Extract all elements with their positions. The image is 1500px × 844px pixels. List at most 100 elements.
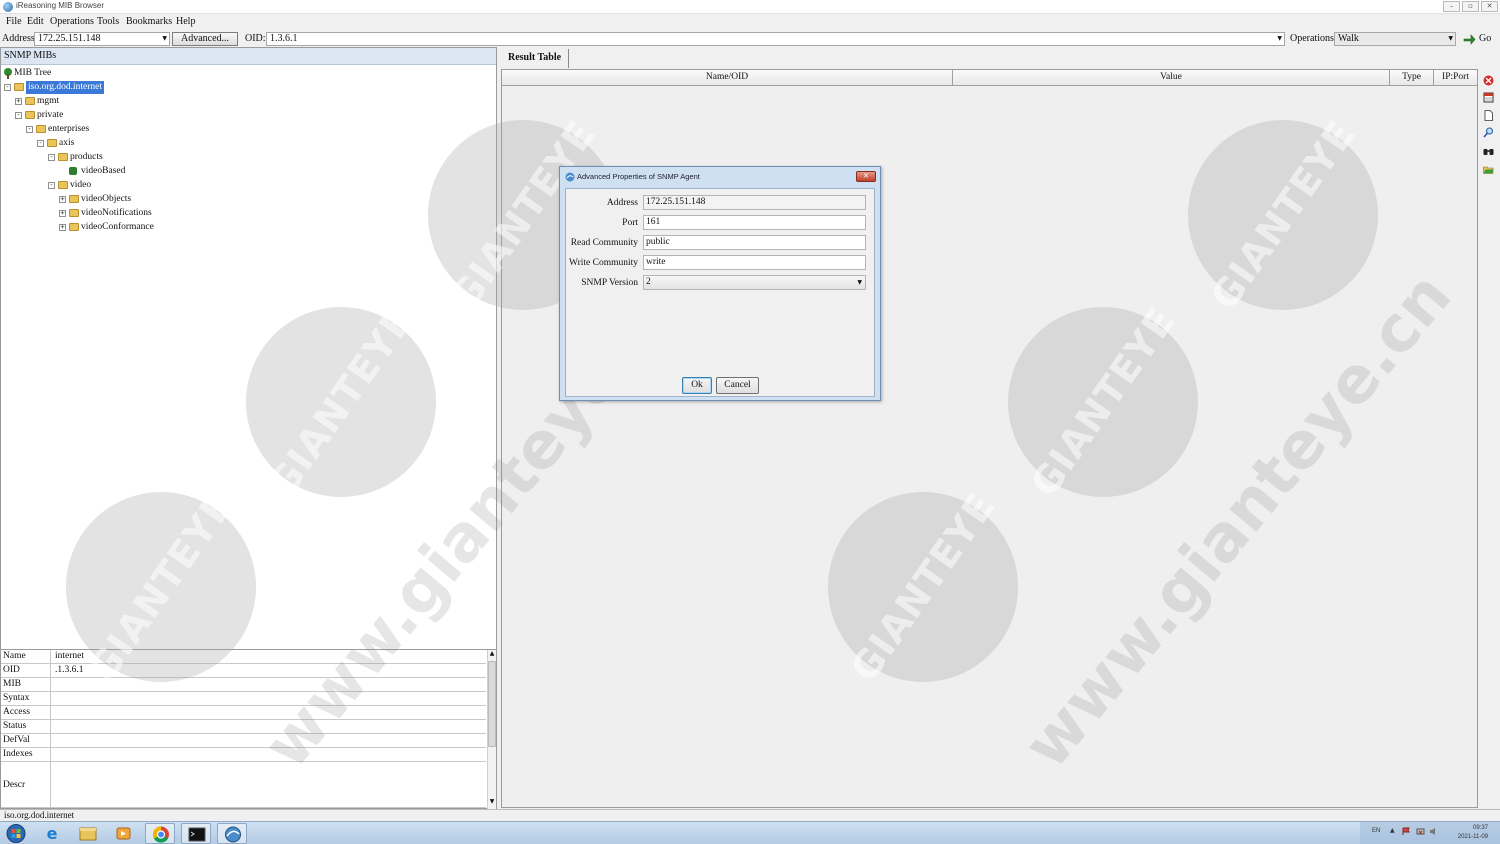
- tree-node[interactable]: - iso.org.dod.internet: [1, 81, 496, 94]
- folder-icon: [58, 181, 68, 189]
- menu-edit[interactable]: Edit: [27, 16, 44, 27]
- property-value: [53, 692, 55, 705]
- clock-time[interactable]: 09:37: [1473, 825, 1488, 831]
- tree-node[interactable]: - axis: [1, 137, 496, 150]
- menu-operations[interactable]: Operations: [50, 16, 94, 27]
- dialog-title-bar[interactable]: Advanced Properties of SNMP Agent ✕: [560, 167, 880, 187]
- expand-icon[interactable]: +: [59, 224, 66, 231]
- property-row[interactable]: Descr: [1, 762, 486, 808]
- status-bar: iso.org.dod.internet: [0, 809, 1500, 821]
- system-tray: EN ▲ 09:37 2021-11-09: [1360, 822, 1500, 844]
- dropdown-arrow-icon[interactable]: ▼: [1277, 33, 1282, 45]
- column-type[interactable]: Type: [1390, 70, 1434, 86]
- side-toolbar: [1478, 69, 1500, 189]
- collapse-icon[interactable]: -: [26, 126, 33, 133]
- tree-node[interactable]: - video: [1, 179, 496, 192]
- scroll-thumb[interactable]: [488, 661, 496, 747]
- agent-address-field[interactable]: 172.25.151.148: [643, 195, 866, 210]
- collapse-icon[interactable]: -: [48, 154, 55, 161]
- column-value[interactable]: Value: [953, 70, 1390, 86]
- properties-scrollbar[interactable]: ▲ ▼: [487, 650, 496, 809]
- read-community-field[interactable]: public: [643, 235, 866, 250]
- tray-overflow-icon[interactable]: ▲: [1390, 827, 1395, 834]
- find-icon[interactable]: [1483, 127, 1494, 138]
- port-field-label: Port: [622, 218, 638, 228]
- column-name-oid[interactable]: Name/OID: [502, 70, 953, 86]
- collapse-icon[interactable]: -: [48, 182, 55, 189]
- binoculars-icon[interactable]: [1483, 146, 1494, 157]
- folder-icon: [47, 139, 57, 147]
- mib-browser-icon: [225, 826, 241, 843]
- expand-icon[interactable]: +: [59, 210, 66, 217]
- oid-label: OID:: [245, 33, 266, 44]
- property-row[interactable]: Name internet: [1, 650, 486, 664]
- property-row[interactable]: Status: [1, 720, 486, 734]
- taskbar-ie[interactable]: e: [37, 823, 67, 844]
- taskbar-mib-browser[interactable]: [217, 823, 247, 844]
- scroll-up-icon[interactable]: ▲: [488, 650, 496, 659]
- oid-combo[interactable]: 1.3.6.1 ▼: [266, 32, 1285, 46]
- language-indicator[interactable]: EN: [1372, 828, 1380, 834]
- operations-select[interactable]: Walk ▼: [1334, 32, 1456, 46]
- taskbar-chrome[interactable]: [145, 823, 175, 844]
- stop-icon[interactable]: [1483, 75, 1494, 86]
- folder-icon: [36, 125, 46, 133]
- property-value: .1.3.6.1: [55, 665, 84, 675]
- volume-icon[interactable]: [1429, 827, 1438, 836]
- tree-node[interactable]: - products: [1, 151, 496, 164]
- tree-node[interactable]: + mgmt: [1, 95, 496, 108]
- property-row[interactable]: Indexes: [1, 748, 486, 762]
- tree-node[interactable]: MIB Tree: [1, 67, 496, 80]
- property-row[interactable]: DefVal: [1, 734, 486, 748]
- address-combo[interactable]: 172.25.151.148 ▼: [34, 32, 170, 46]
- menu-bookmarks[interactable]: Bookmarks: [126, 16, 172, 27]
- menu-file[interactable]: File: [6, 16, 22, 27]
- taskbar-explorer[interactable]: [73, 823, 103, 844]
- flag-icon[interactable]: [1402, 827, 1411, 836]
- dialog-close-button[interactable]: ✕: [856, 171, 876, 182]
- taskbar-media-player[interactable]: [109, 823, 139, 844]
- tree-node[interactable]: + videoObjects: [1, 193, 496, 206]
- property-row[interactable]: Syntax: [1, 692, 486, 706]
- tab-result-table[interactable]: Result Table: [501, 49, 569, 68]
- dropdown-arrow-icon[interactable]: ▼: [1448, 33, 1453, 45]
- collapse-icon[interactable]: -: [4, 84, 11, 91]
- snmp-version-select[interactable]: 2 ▼: [643, 275, 866, 290]
- collapse-icon[interactable]: -: [37, 140, 44, 147]
- property-row[interactable]: Access: [1, 706, 486, 720]
- clock-date[interactable]: 2021-11-09: [1458, 834, 1488, 840]
- expand-icon[interactable]: +: [15, 98, 22, 105]
- maximize-button[interactable]: ▫: [1462, 1, 1479, 12]
- cancel-button[interactable]: Cancel: [716, 377, 759, 394]
- menu-tools[interactable]: Tools: [97, 16, 119, 27]
- tree-node[interactable]: - enterprises: [1, 123, 496, 136]
- dropdown-arrow-icon[interactable]: ▼: [162, 33, 167, 45]
- ok-button[interactable]: Ok: [682, 377, 712, 394]
- tree-root-icon: [4, 68, 12, 79]
- write-community-field[interactable]: write: [643, 255, 866, 270]
- scroll-down-icon[interactable]: ▼: [488, 798, 496, 807]
- property-row[interactable]: MIB: [1, 678, 486, 692]
- port-field[interactable]: 161: [643, 215, 866, 230]
- close-window-button[interactable]: ✕: [1481, 1, 1498, 12]
- advanced-button[interactable]: Advanced...: [172, 32, 238, 46]
- document-icon[interactable]: [1483, 110, 1494, 121]
- expand-icon[interactable]: +: [59, 196, 66, 203]
- tree-node-label: private: [37, 110, 64, 120]
- tree-node[interactable]: + videoConformance: [1, 221, 496, 234]
- network-icon[interactable]: [1416, 827, 1425, 836]
- menu-help[interactable]: Help: [176, 16, 195, 27]
- tree-node[interactable]: videoBased: [1, 165, 496, 178]
- minimize-button[interactable]: –: [1443, 1, 1460, 12]
- dropdown-arrow-icon[interactable]: ▼: [857, 276, 862, 289]
- clear-table-icon[interactable]: [1483, 92, 1494, 103]
- tree-node[interactable]: - private: [1, 109, 496, 122]
- go-button[interactable]: Go: [1463, 33, 1499, 45]
- start-button[interactable]: [2, 823, 32, 844]
- tree-node[interactable]: + videoNotifications: [1, 207, 496, 220]
- column-ip-port[interactable]: IP:Port: [1434, 70, 1477, 86]
- property-row[interactable]: OID .1.3.6.1: [1, 664, 486, 678]
- taskbar-cmd[interactable]: [181, 823, 211, 844]
- open-folder-icon[interactable]: [1483, 164, 1494, 175]
- collapse-icon[interactable]: -: [15, 112, 22, 119]
